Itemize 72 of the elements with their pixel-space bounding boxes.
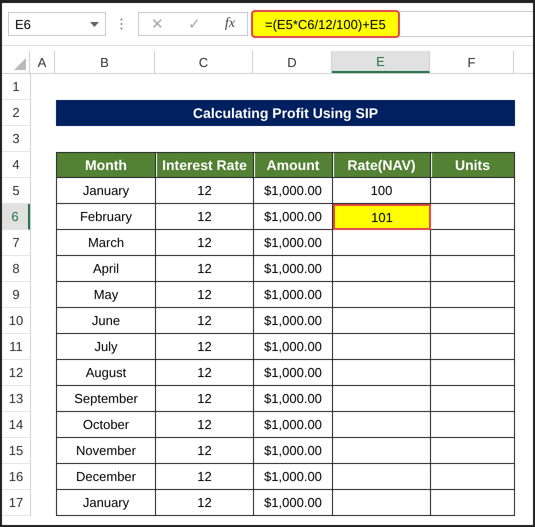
row-header[interactable]: 13 bbox=[2, 386, 30, 412]
header-cell: Rate(NAV) bbox=[333, 152, 431, 178]
table-cell: April bbox=[56, 256, 156, 282]
table-cell: 12 bbox=[156, 204, 254, 230]
table-cell: November bbox=[56, 438, 156, 464]
insert-function-button[interactable]: fx bbox=[224, 16, 235, 32]
header-cell: Interest Rate bbox=[156, 152, 254, 178]
table-cell: $1,000.00 bbox=[254, 360, 333, 386]
header-cell: Units bbox=[431, 152, 515, 178]
table-cell: $1,000.00 bbox=[254, 230, 333, 256]
dropdown-icon bbox=[90, 22, 99, 26]
column-header[interactable]: F bbox=[430, 51, 514, 73]
column-header[interactable]: A bbox=[30, 51, 55, 73]
row-header[interactable]: 8 bbox=[2, 256, 30, 282]
table-cell: 12 bbox=[156, 230, 254, 256]
table-cell: 12 bbox=[156, 282, 254, 308]
table-cell: March bbox=[56, 230, 156, 256]
table-cell: $1,000.00 bbox=[254, 386, 333, 412]
select-all-icon[interactable] bbox=[14, 58, 26, 70]
table-cell: 12 bbox=[156, 490, 254, 516]
row-header[interactable]: 7 bbox=[2, 230, 30, 256]
table-cell: August bbox=[56, 360, 156, 386]
column-header[interactable]: C bbox=[155, 51, 253, 73]
table-cell: 12 bbox=[156, 464, 254, 490]
row-header[interactable]: 11 bbox=[2, 334, 30, 360]
row-header[interactable]: 4 bbox=[2, 152, 30, 178]
table-cell: $1,000.00 bbox=[254, 282, 333, 308]
table-cell: 12 bbox=[156, 386, 254, 412]
table-cell: 101 bbox=[333, 204, 431, 230]
table-cell: 12 bbox=[156, 308, 254, 334]
table-cell: May bbox=[56, 282, 156, 308]
row-header[interactable]: 3 bbox=[2, 126, 30, 152]
table-cell: June bbox=[56, 308, 156, 334]
table-cell: $1,000.00 bbox=[254, 256, 333, 282]
header-cell: Month bbox=[56, 152, 156, 178]
table-cell: February bbox=[56, 204, 156, 230]
row-header[interactable]: 14 bbox=[2, 412, 30, 438]
table-cell: 12 bbox=[156, 412, 254, 438]
table-cell: January bbox=[56, 490, 156, 516]
table-cell: $1,000.00 bbox=[254, 334, 333, 360]
row-header[interactable]: 6 bbox=[2, 204, 30, 230]
row-header[interactable]: 10 bbox=[2, 308, 30, 334]
column-header[interactable]: B bbox=[55, 51, 155, 73]
table-cell: $1,000.00 bbox=[254, 308, 333, 334]
table-cell: $1,000.00 bbox=[254, 412, 333, 438]
header-cell: Amount bbox=[254, 152, 333, 178]
row-header[interactable]: 15 bbox=[2, 438, 30, 464]
row-header[interactable]: 1 bbox=[2, 74, 30, 100]
table-cell: December bbox=[56, 464, 156, 490]
row-header[interactable]: 2 bbox=[2, 100, 30, 126]
table-cell: 12 bbox=[156, 438, 254, 464]
row-header[interactable]: 12 bbox=[2, 360, 30, 386]
table-cell: $1,000.00 bbox=[254, 490, 333, 516]
table-cell: $1,000.00 bbox=[254, 178, 333, 204]
row-header[interactable]: 16 bbox=[2, 464, 30, 490]
table-cell: September bbox=[56, 386, 156, 412]
table-cell: January bbox=[56, 178, 156, 204]
formula-field[interactable]: =(E5*C6/12/100)+E5 bbox=[251, 10, 400, 38]
name-box[interactable]: E6 bbox=[8, 12, 106, 36]
more-icon bbox=[120, 18, 123, 30]
sheet-title: Calculating Profit Using SIP bbox=[56, 100, 515, 126]
row-header[interactable]: 9 bbox=[2, 282, 30, 308]
table-cell: 12 bbox=[156, 334, 254, 360]
table-cell: 12 bbox=[156, 256, 254, 282]
table-cell: 12 bbox=[156, 360, 254, 386]
column-header[interactable]: E bbox=[332, 51, 430, 73]
row-header[interactable]: 17 bbox=[2, 490, 30, 516]
table-cell: $1,000.00 bbox=[254, 464, 333, 490]
table-cell: October bbox=[56, 412, 156, 438]
table-cell: 12 bbox=[156, 178, 254, 204]
table-cell: July bbox=[56, 334, 156, 360]
table-cell: $1,000.00 bbox=[254, 438, 333, 464]
